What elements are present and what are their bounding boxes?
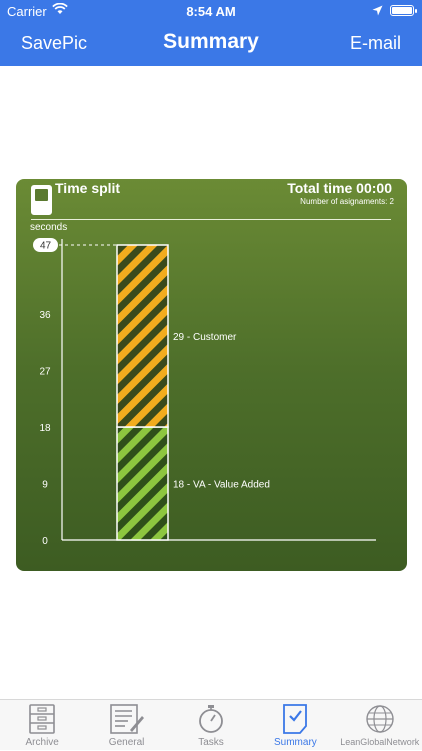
stopwatch-icon: [169, 703, 253, 735]
tab-label: Archive: [25, 737, 59, 748]
status-bar: Carrier 8:54 AM: [0, 0, 422, 22]
tab-label: General: [108, 737, 145, 748]
tab-leanglobalnetwork[interactable]: LeanGlobalNetwork: [338, 700, 422, 751]
bar-segment-label: 29 - Customer: [173, 332, 237, 343]
cabinet-icon: [0, 703, 84, 735]
y-tick-label: 18: [39, 423, 51, 434]
tab-tasks[interactable]: Tasks: [169, 700, 253, 751]
navigation-bar: Carrier 8:54 AM SavePic Summary E-mail: [0, 0, 422, 66]
location-arrow-icon: [372, 4, 383, 19]
form-icon: [84, 703, 168, 735]
tab-bar: Archive General Tasks Summary LeanGlobalNetw…: [0, 699, 422, 750]
tab-general[interactable]: General: [84, 700, 168, 751]
y-tick-label: 0: [42, 536, 48, 547]
status-time: 8:54 AM: [186, 4, 236, 19]
summary-icon: [253, 703, 337, 735]
time-split-card: Time split Total time 00:00 Number of as…: [16, 179, 407, 571]
globe-icon: [338, 703, 422, 735]
tab-summary[interactable]: Summary: [253, 700, 337, 751]
email-button[interactable]: E-mail: [350, 33, 401, 54]
y-tick-label: 47: [40, 241, 52, 252]
tab-label: LeanGlobalNetwork: [340, 737, 420, 747]
time-split-chart: 0 9 18 27 36 47 18 - VA - Value Added 29 - Cust…: [33, 238, 376, 547]
battery-icon: [390, 5, 417, 16]
tab-label: Summary: [273, 737, 317, 748]
tab-archive[interactable]: Archive: [0, 700, 84, 751]
y-tick-label: 36: [39, 310, 51, 321]
tab-label: Tasks: [198, 737, 224, 748]
bar-segment: [116, 426, 169, 541]
bar-segment-label: 18 - VA - Value Added: [173, 480, 270, 491]
y-tick-label: 9: [42, 480, 48, 491]
y-tick-label: 27: [39, 367, 51, 378]
bar-segment: [116, 244, 169, 428]
